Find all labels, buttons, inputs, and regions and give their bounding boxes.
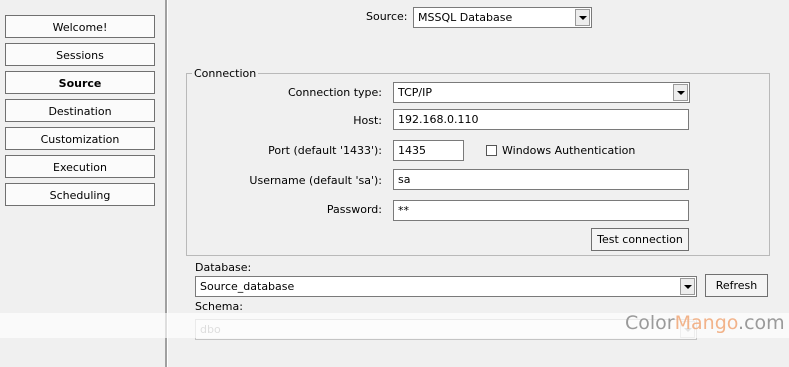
database-label: Database: [195, 261, 252, 274]
connection-group-label: Connection [192, 67, 259, 81]
windows-auth-checkbox[interactable] [486, 145, 497, 156]
host-label: Host: [353, 114, 382, 127]
nav-source-button[interactable]: Source [5, 71, 155, 94]
nav-destination-button[interactable]: Destination [5, 99, 155, 122]
sidebar-divider [165, 0, 168, 367]
database-select[interactable]: Source_database [195, 276, 697, 297]
chevron-down-icon[interactable] [680, 278, 695, 295]
password-input[interactable]: ** [393, 200, 689, 221]
watermark-logo: ColorMango.com [625, 312, 785, 334]
port-input[interactable]: 1435 [393, 140, 464, 161]
port-label: Port (default '1433'): [268, 144, 382, 157]
refresh-button[interactable]: Refresh [705, 274, 768, 297]
password-label: Password: [326, 203, 382, 216]
nav-sessions-button[interactable]: Sessions [5, 43, 155, 66]
source-select-value: MSSQL Database [418, 11, 513, 24]
connection-type-select[interactable]: TCP/IP [393, 82, 690, 103]
username-label: Username (default 'sa'): [249, 174, 382, 187]
nav-customization-button[interactable]: Customization [5, 127, 155, 150]
source-select[interactable]: MSSQL Database [413, 7, 592, 28]
host-input[interactable]: 192.168.0.110 [393, 109, 689, 130]
chevron-down-icon[interactable] [575, 9, 590, 26]
sidebar: Welcome! Sessions Source Destination Cus… [0, 0, 165, 367]
windows-auth-label: Windows Authentication [502, 144, 636, 157]
database-select-value: Source_database [200, 280, 295, 293]
nav-execution-button[interactable]: Execution [5, 155, 155, 178]
nav-welcome-button[interactable]: Welcome! [5, 15, 155, 38]
test-connection-button[interactable]: Test connection [591, 228, 689, 251]
nav-scheduling-button[interactable]: Scheduling [5, 183, 155, 206]
connection-type-value: TCP/IP [398, 86, 432, 99]
connection-type-label: Connection type: [287, 86, 382, 99]
chevron-down-icon[interactable] [673, 84, 688, 101]
source-label: Source: [366, 10, 408, 23]
schema-label: Schema: [195, 300, 243, 313]
username-input[interactable]: sa [393, 169, 689, 190]
